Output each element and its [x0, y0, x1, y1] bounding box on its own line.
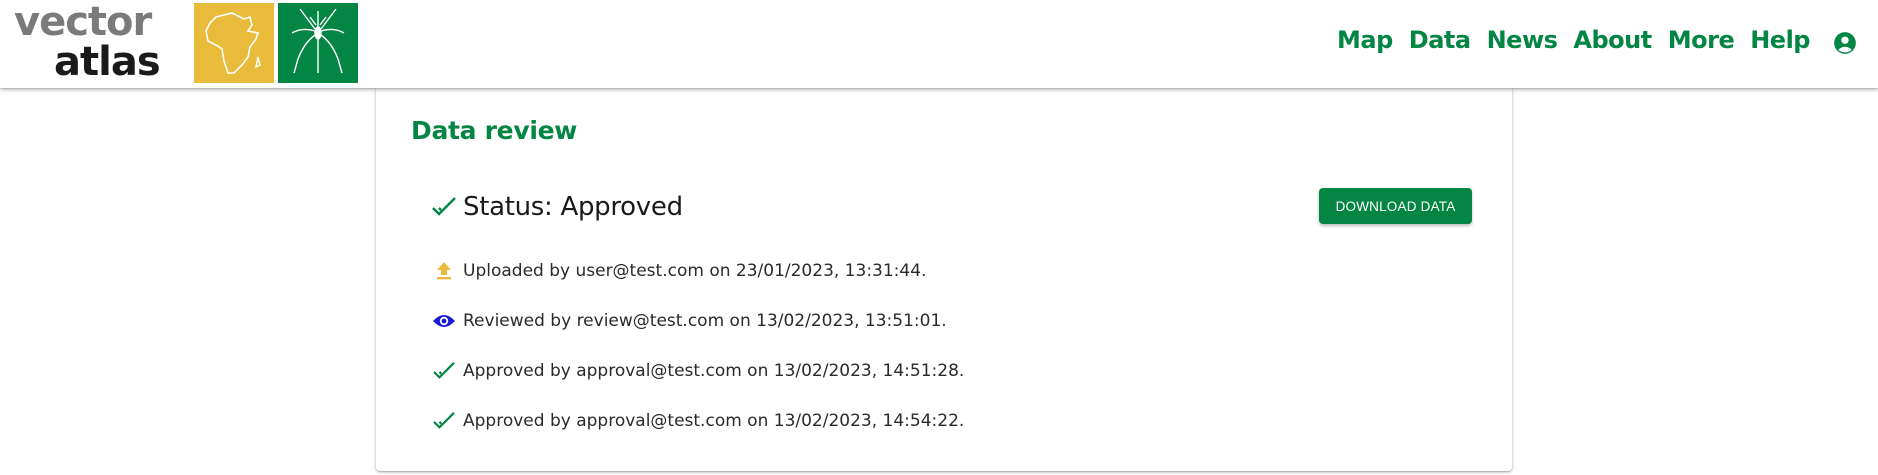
main-navigation: Map Data News About More Help: [1337, 26, 1810, 54]
mosquito-icon: [278, 3, 358, 83]
event-text: Uploaded by user@test.com on 23/01/2023,…: [463, 261, 927, 281]
app-bar: vector atlas Map Data News About More He…: [0, 0, 1878, 88]
upload-icon: [431, 258, 457, 284]
nav-more[interactable]: More: [1668, 26, 1735, 54]
logo-wordmark: vector atlas: [14, 2, 180, 84]
nav-help[interactable]: Help: [1750, 26, 1810, 54]
review-history-list: Uploaded by user@test.com on 23/01/2023,…: [431, 246, 964, 446]
status-row: Status: Approved: [431, 192, 683, 222]
nav-data[interactable]: Data: [1409, 26, 1471, 54]
logo-word-vector: vector: [14, 0, 152, 45]
event-text: Approved by approval@test.com on 13/02/2…: [463, 361, 965, 381]
nav-map[interactable]: Map: [1337, 26, 1393, 54]
status-label: Status: Approved: [463, 192, 683, 222]
list-item: Uploaded by user@test.com on 23/01/2023,…: [431, 246, 964, 296]
vector-atlas-logo[interactable]: vector atlas: [14, 2, 358, 84]
nav-about[interactable]: About: [1573, 26, 1652, 54]
nav-news[interactable]: News: [1487, 26, 1558, 54]
page-title: Data review: [411, 116, 578, 145]
logo-word-atlas: atlas: [54, 39, 161, 85]
list-item: Approved by approval@test.com on 13/02/2…: [431, 396, 964, 446]
download-data-button[interactable]: DOWNLOAD DATA: [1319, 188, 1472, 224]
data-review-card: Data review Status: Approved DOWNLOAD DA…: [376, 88, 1512, 471]
list-item: Approved by approval@test.com on 13/02/2…: [431, 346, 964, 396]
event-text: Reviewed by review@test.com on 13/02/202…: [463, 311, 947, 331]
check-icon: [431, 408, 457, 434]
list-item: Reviewed by review@test.com on 13/02/202…: [431, 296, 964, 346]
africa-map-icon: [194, 3, 274, 83]
account-circle-icon[interactable]: [1832, 30, 1858, 56]
check-icon: [432, 197, 456, 216]
check-icon: [431, 358, 457, 384]
event-text: Approved by approval@test.com on 13/02/2…: [463, 411, 965, 431]
eye-icon: [431, 308, 457, 334]
